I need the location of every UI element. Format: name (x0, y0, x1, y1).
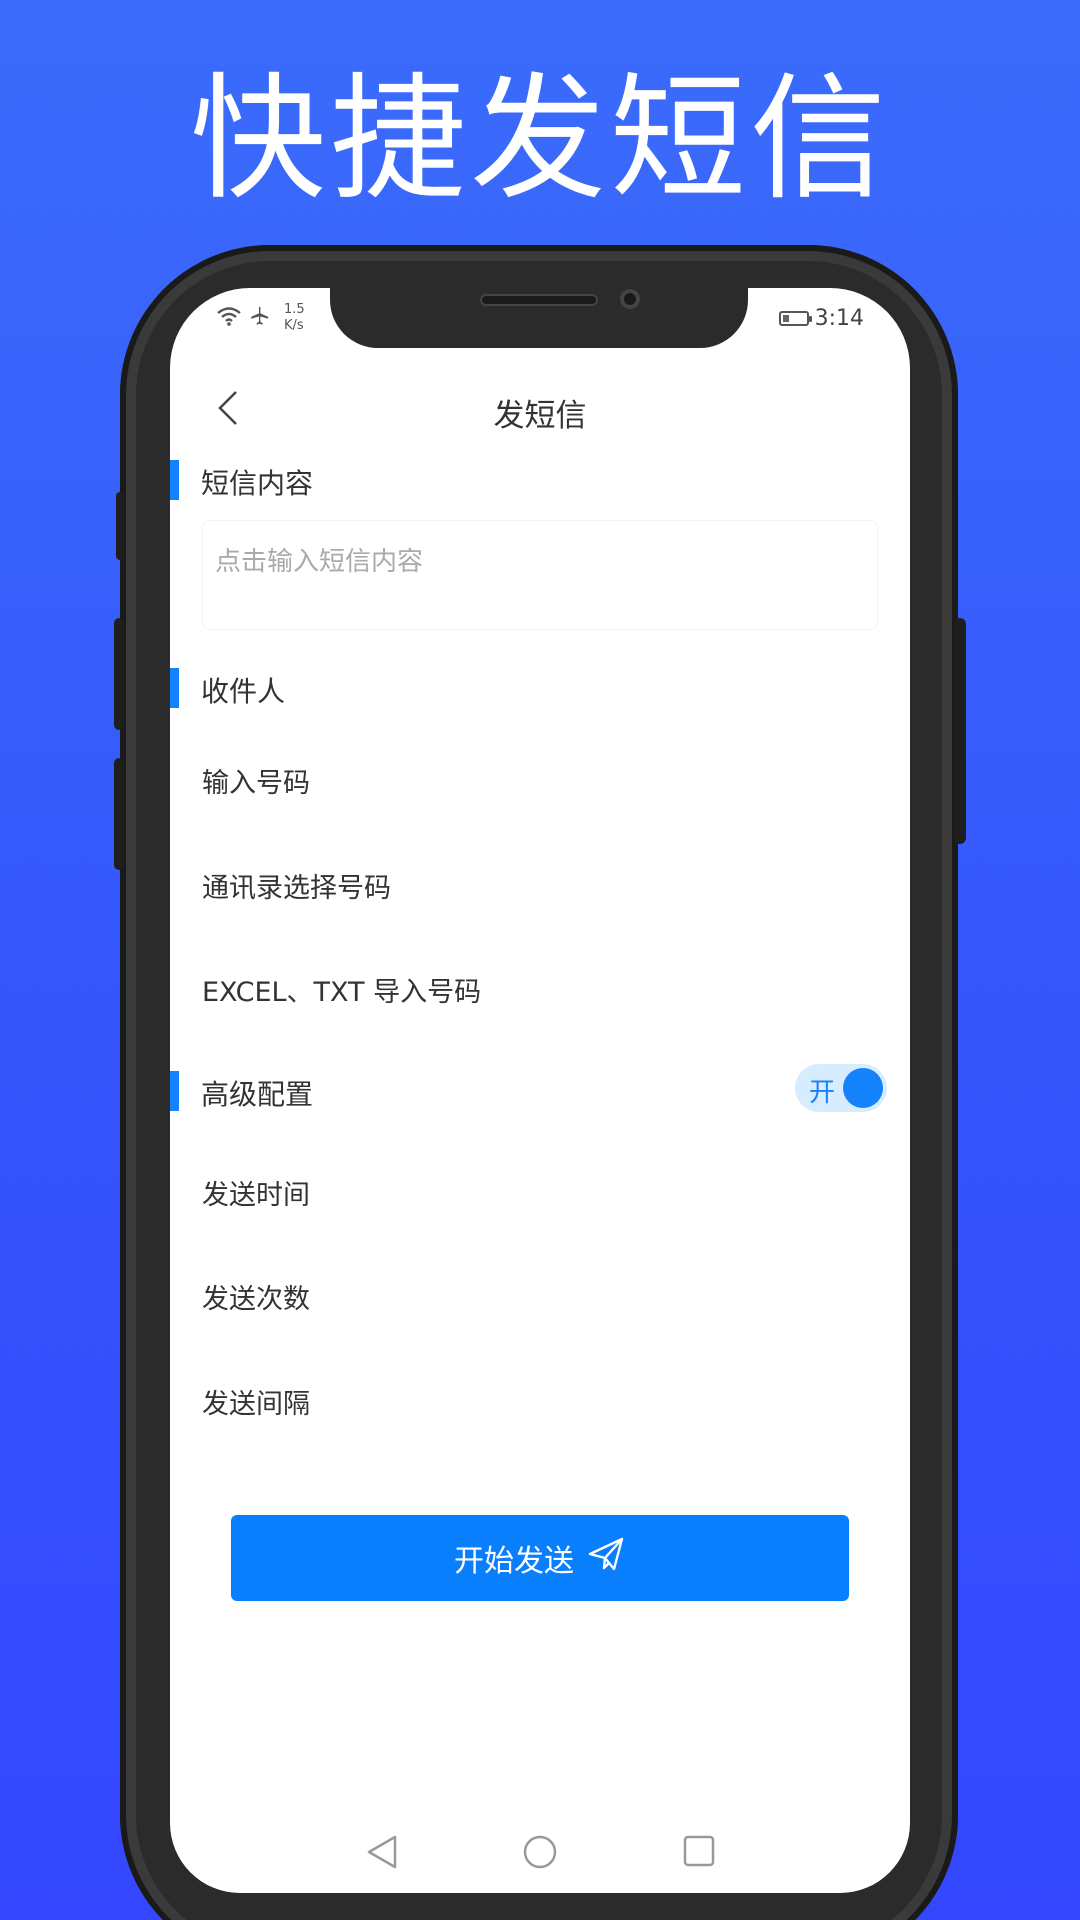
section-title: 高级配置 (201, 1078, 314, 1111)
input-number-item[interactable]: 输入号码 (202, 761, 310, 800)
front-camera (620, 289, 640, 309)
status-bar-right: 3:14 (778, 306, 864, 331)
page-title: 发短信 (493, 398, 587, 434)
send-count-item[interactable]: 发送次数 (202, 1277, 310, 1316)
section-accent-bar (170, 460, 179, 500)
advanced-config-toggle[interactable]: 开 (795, 1064, 887, 1112)
message-content-placeholder: 点击输入短信内容 (215, 547, 424, 577)
section-accent-bar (170, 668, 179, 708)
wifi-icon (216, 306, 242, 330)
phone-screen: 1.5 K/s 3:14 发短信 短信内容 点击输入短信内容 收件人 输入号码 … (170, 288, 910, 1893)
paper-plane-icon (586, 1536, 626, 1580)
file-import-item[interactable]: EXCEL、TXT 导入号码 (202, 970, 481, 1009)
section-recipient-header: 收件人 (170, 668, 910, 708)
send-time-item[interactable]: 发送时间 (202, 1173, 310, 1212)
battery-fill (782, 315, 789, 322)
section-content-header: 短信内容 (170, 460, 910, 500)
network-speed-unit: K/s (284, 318, 304, 333)
nav-back-icon[interactable] (365, 1834, 399, 1874)
phone-volume-up (114, 618, 124, 730)
section-title: 收件人 (201, 675, 286, 708)
contacts-select-item[interactable]: 通讯录选择号码 (202, 866, 391, 905)
airplane-icon (248, 305, 270, 331)
network-speed-value: 1.5 (284, 302, 305, 317)
phone-power-button (954, 618, 966, 844)
status-time: 3:14 (814, 306, 864, 331)
section-accent-bar (170, 1071, 179, 1111)
nav-recents-icon[interactable] (682, 1834, 716, 1872)
message-content-input[interactable]: 点击输入短信内容 (202, 520, 878, 630)
toggle-label: 开 (809, 1078, 836, 1108)
toggle-knob (843, 1068, 883, 1108)
speaker (480, 294, 598, 306)
battery-icon (778, 311, 812, 326)
notch (330, 288, 748, 348)
start-send-button[interactable]: 开始发送 (231, 1515, 849, 1601)
start-send-label: 开始发送 (454, 1544, 574, 1579)
promo-title: 快捷发短信 (190, 61, 890, 219)
system-nav-bar (170, 1828, 910, 1878)
phone-volume-down (114, 758, 124, 870)
nav-home-icon[interactable] (522, 1834, 558, 1874)
nav-bar: 发短信 (170, 368, 910, 448)
network-speed: 1.5 K/s (284, 302, 305, 334)
phone-mute-switch (116, 492, 124, 560)
section-title: 短信内容 (201, 467, 314, 500)
send-interval-item[interactable]: 发送间隔 (202, 1382, 310, 1421)
status-bar-left: 1.5 K/s (216, 302, 305, 334)
